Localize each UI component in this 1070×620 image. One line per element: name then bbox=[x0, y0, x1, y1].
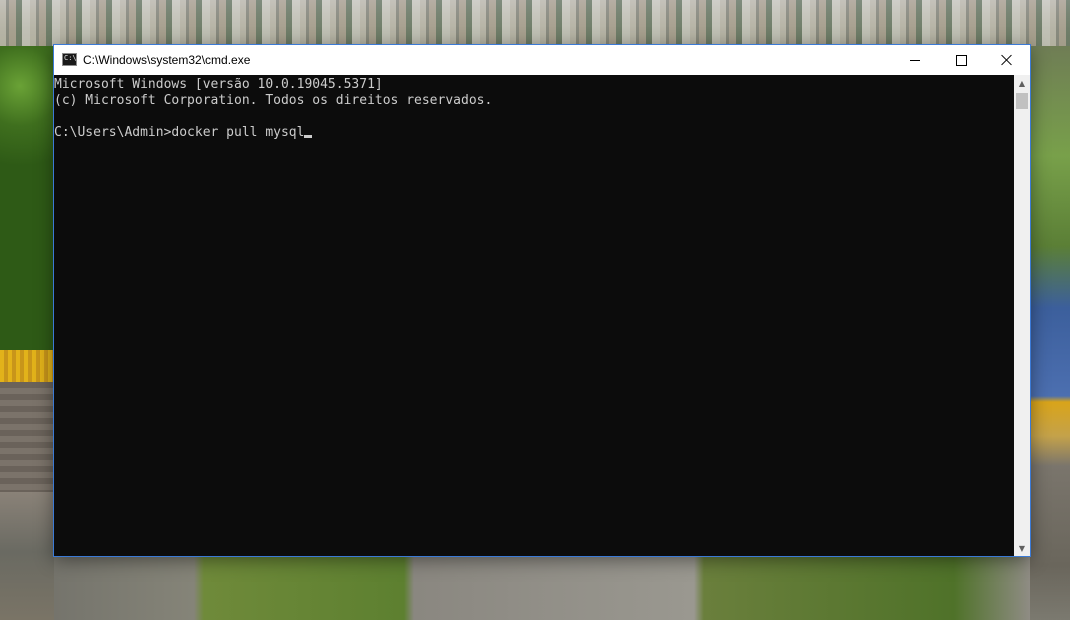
close-button[interactable] bbox=[984, 45, 1030, 75]
scroll-up-arrow-icon[interactable]: ▲ bbox=[1014, 75, 1030, 91]
maximize-icon bbox=[955, 54, 967, 66]
cmd-icon[interactable]: C:\ bbox=[62, 53, 77, 66]
maximize-button[interactable] bbox=[938, 45, 984, 75]
wallpaper-yellow-roof bbox=[0, 350, 54, 382]
window-title: C:\Windows\system32\cmd.exe bbox=[83, 53, 251, 67]
wallpaper-trees bbox=[0, 46, 54, 356]
vertical-scrollbar[interactable]: ▲ ▼ bbox=[1014, 75, 1030, 556]
text-cursor bbox=[304, 135, 313, 138]
cmd-window[interactable]: C:\ C:\Windows\system32\cmd.exe Microsof… bbox=[54, 45, 1030, 556]
command-prompt-text: C:\Users\Admin>docker pull mysql bbox=[54, 125, 305, 140]
minimize-icon bbox=[910, 59, 920, 61]
minimize-button[interactable] bbox=[892, 45, 938, 75]
console-line: (c) Microsoft Corporation. Todos os dire… bbox=[54, 93, 493, 108]
console-prompt-line[interactable]: C:\Users\Admin>docker pull mysql bbox=[54, 125, 1014, 141]
title-bar[interactable]: C:\ C:\Windows\system32\cmd.exe bbox=[54, 45, 1030, 75]
wallpaper-bottom-strip bbox=[54, 556, 1030, 620]
console-output[interactable]: Microsoft Windows [versão 10.0.19045.537… bbox=[54, 75, 1014, 556]
wallpaper-right-strip bbox=[1030, 46, 1070, 620]
wallpaper-city-skyline bbox=[0, 0, 1070, 46]
scroll-down-arrow-icon[interactable]: ▼ bbox=[1014, 540, 1030, 556]
wallpaper-ground bbox=[0, 492, 54, 620]
console-line: Microsoft Windows [versão 10.0.19045.537… bbox=[54, 77, 383, 92]
cmd-icon-glyph: C:\ bbox=[64, 54, 77, 62]
close-icon bbox=[1001, 54, 1013, 66]
scroll-thumb[interactable] bbox=[1016, 93, 1028, 109]
wallpaper-roof bbox=[0, 382, 54, 492]
